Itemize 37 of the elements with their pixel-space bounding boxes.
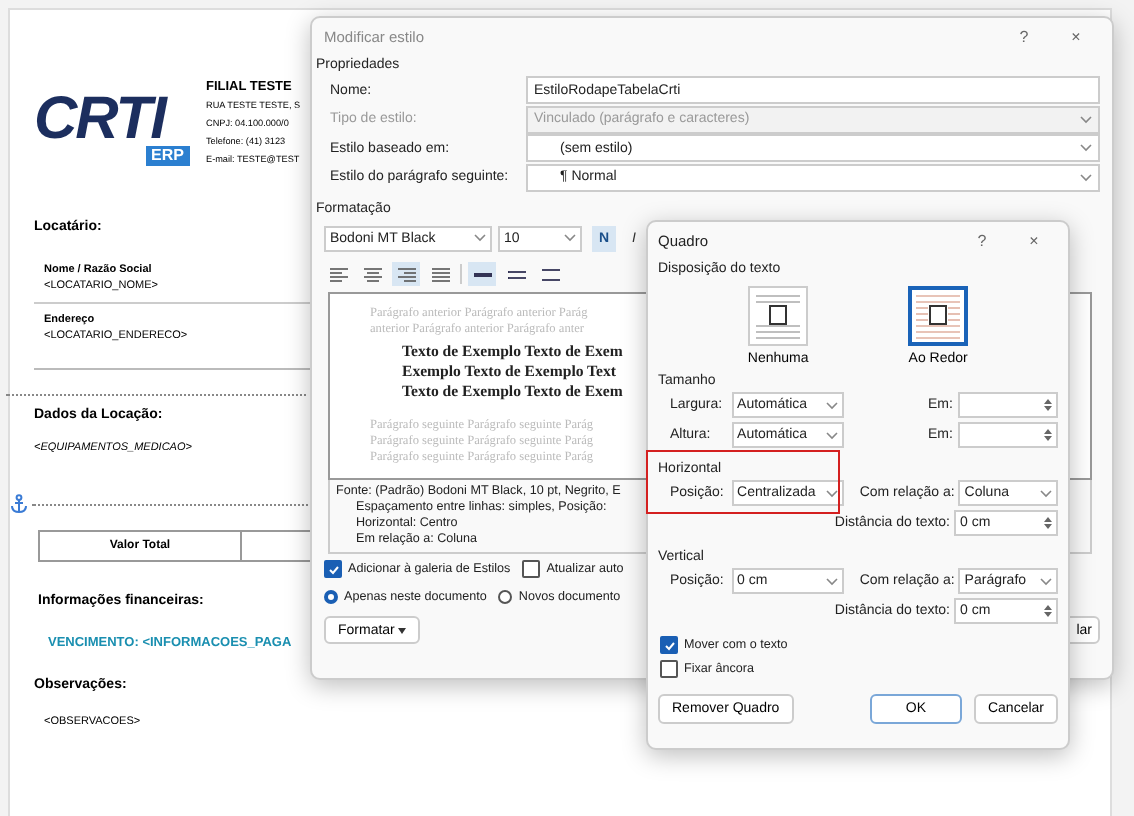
close-button[interactable]: ×	[1052, 22, 1100, 50]
chevron-down-icon	[564, 234, 576, 242]
chevron-down-icon	[1040, 489, 1053, 497]
chevron-down-icon	[1080, 144, 1092, 153]
chevron-down-icon	[825, 489, 838, 497]
chevron-down-icon	[1080, 115, 1092, 124]
chevron-down-icon	[474, 234, 486, 242]
align-button[interactable]	[358, 262, 386, 286]
checkmark-icon	[327, 563, 339, 575]
close-button[interactable]: ×	[1010, 226, 1058, 254]
chevron-down-icon	[825, 401, 838, 409]
spinner-arrows-icon	[1044, 428, 1052, 442]
align-button[interactable]	[324, 262, 352, 286]
align-button[interactable]	[392, 262, 420, 286]
chevron-down-icon	[825, 431, 838, 439]
text-align-icon	[363, 267, 381, 281]
line-spacing-button[interactable]	[468, 262, 496, 286]
text-align-icon	[397, 267, 415, 281]
text-align-icon	[329, 267, 347, 281]
spinner-arrows-icon	[1044, 516, 1052, 530]
help-button[interactable]: ?	[1000, 22, 1048, 50]
anchor-icon	[10, 494, 28, 514]
chevron-down-icon	[825, 577, 838, 585]
line-spacing-icon	[507, 267, 525, 281]
line-spacing-icon	[473, 267, 491, 281]
chevron-down-icon	[1080, 173, 1092, 182]
line-spacing-icon	[541, 267, 559, 281]
spin-field[interactable]	[958, 392, 1058, 418]
text-align-icon	[431, 267, 449, 281]
align-button[interactable]	[426, 262, 454, 286]
help-button[interactable]: ?	[958, 226, 1006, 254]
spinner-arrows-icon	[1044, 398, 1052, 412]
chevron-down-icon	[1040, 577, 1053, 585]
caret-down-icon	[398, 627, 407, 633]
spinner-arrows-icon	[1044, 604, 1052, 618]
checkmark-icon	[663, 639, 675, 651]
spin-field[interactable]	[958, 422, 1058, 448]
